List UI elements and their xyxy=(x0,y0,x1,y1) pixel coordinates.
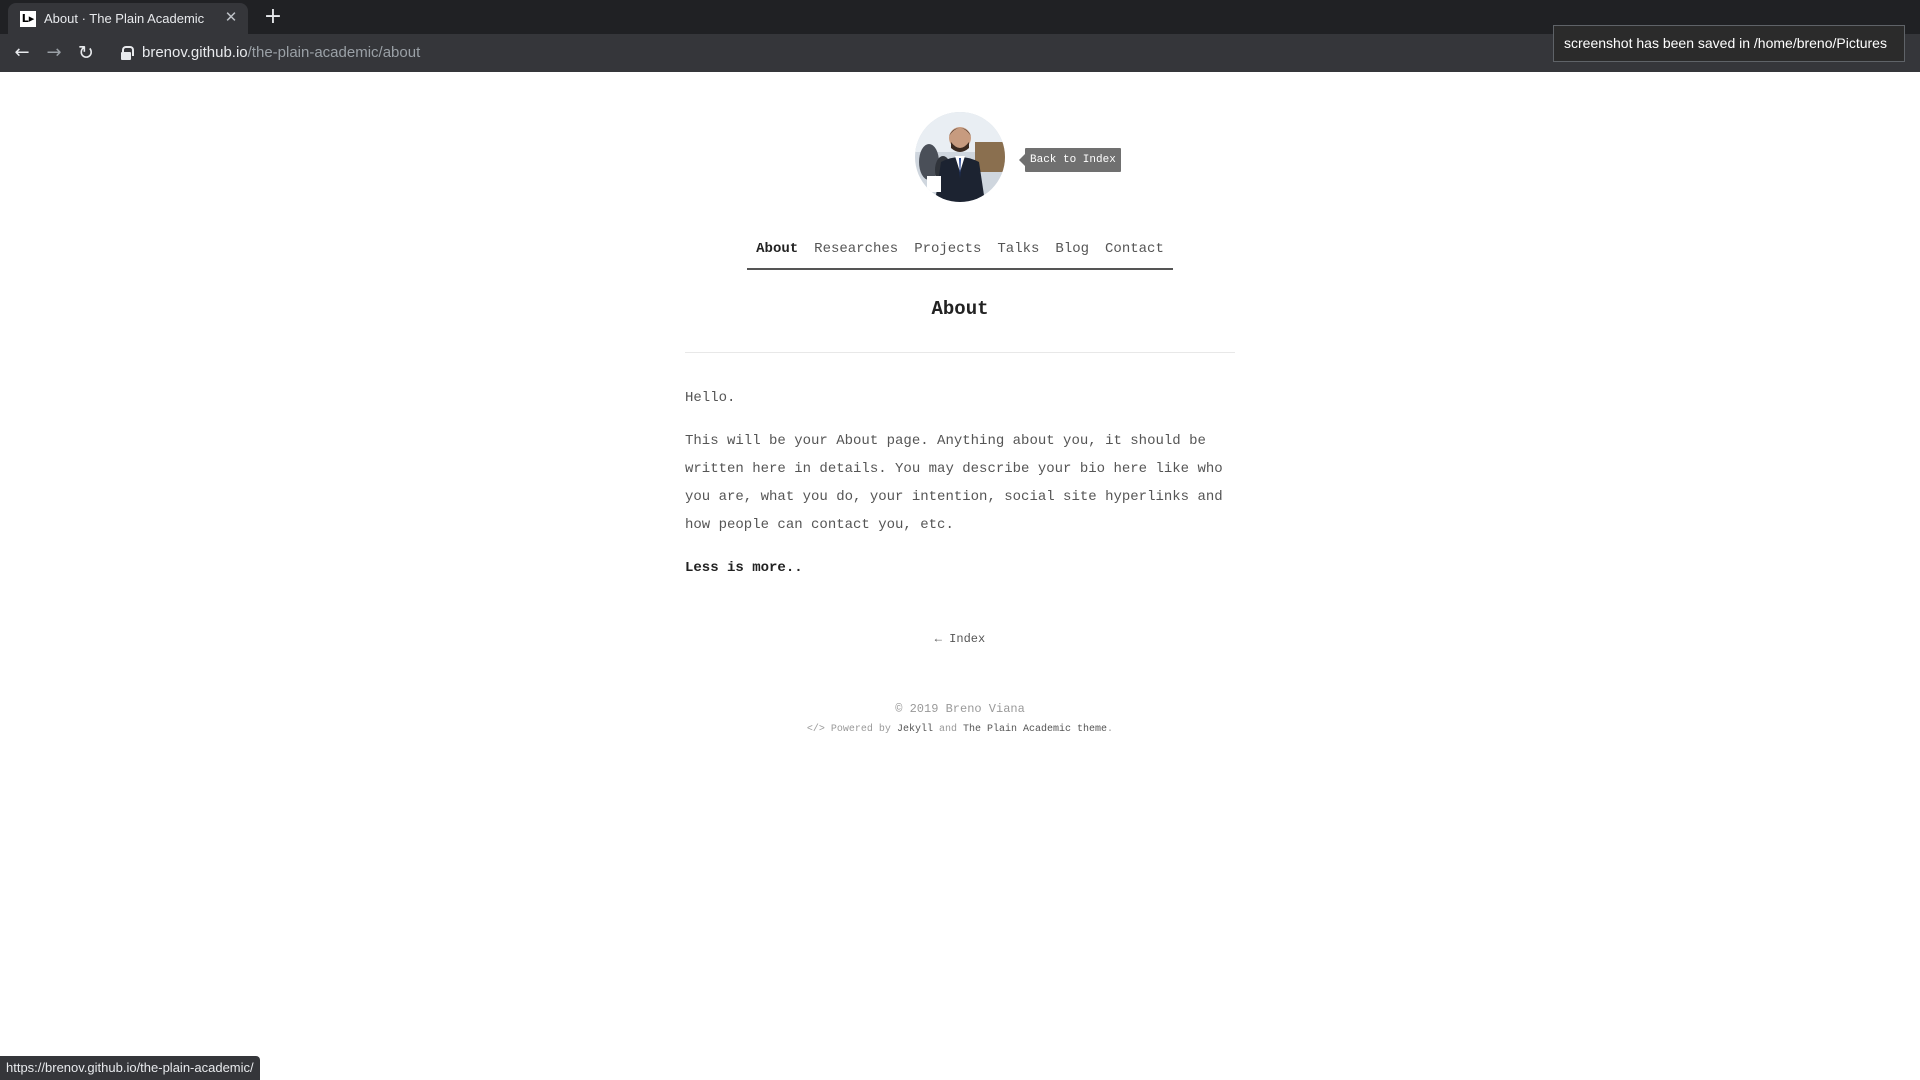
back-to-index-link[interactable]: ← Index xyxy=(0,632,1920,646)
browser-tab[interactable]: L▸ About · The Plain Academic ✕ xyxy=(8,3,248,34)
avatar-photo xyxy=(915,112,1005,202)
lock-icon[interactable] xyxy=(121,46,134,60)
greeting-text: Hello. xyxy=(685,390,736,406)
about-content: Hello. This will be your About page. Any… xyxy=(685,384,1235,597)
nav-item-researches[interactable]: Researches xyxy=(806,238,906,268)
nav-item-projects[interactable]: Projects xyxy=(906,238,989,268)
url-path: /the-plain-academic/about xyxy=(247,44,421,61)
reload-icon[interactable]: ↻ xyxy=(74,41,98,65)
main-nav: About Researches Projects Talks Blog Con… xyxy=(747,238,1173,270)
tagline-text: Less is more.. xyxy=(685,560,803,576)
nav-item-about[interactable]: About xyxy=(748,238,806,268)
nav-item-blog[interactable]: Blog xyxy=(1047,238,1097,268)
powered-prefix: </> Powered by xyxy=(806,724,891,735)
powered-period: . xyxy=(1107,724,1114,735)
screenshot-notification[interactable]: screenshot has been saved in /home/breno… xyxy=(1553,25,1905,62)
footer-powered-by: </> Powered by Jekyll and The Plain Acad… xyxy=(0,724,1920,735)
nav-item-contact[interactable]: Contact xyxy=(1097,238,1172,268)
powered-and: and xyxy=(938,724,957,735)
jekyll-link[interactable]: Jekyll xyxy=(897,724,933,735)
nav-item-talks[interactable]: Talks xyxy=(989,238,1047,268)
site-favicon-icon: L▸ xyxy=(20,11,36,27)
close-tab-icon[interactable]: ✕ xyxy=(222,8,240,26)
footer-copyright: © 2019 Breno Viana xyxy=(895,702,1025,716)
back-to-index-tooltip: Back to Index xyxy=(1019,148,1121,172)
new-tab-button[interactable]: + xyxy=(260,4,286,30)
theme-link[interactable]: The Plain Academic theme xyxy=(963,724,1107,735)
back-arrow-icon[interactable]: ← xyxy=(10,41,34,65)
status-bar-url: https://brenov.github.io/the-plain-acade… xyxy=(0,1056,260,1080)
address-bar[interactable]: brenov.github.io/the-plain-academic/abou… xyxy=(142,44,420,61)
web-page: Back to Index About Researches Projects … xyxy=(0,72,1920,1080)
forward-arrow-icon[interactable]: → xyxy=(42,41,66,65)
title-divider xyxy=(685,352,1235,353)
about-body-text: This will be your About page. Anything a… xyxy=(685,433,1223,533)
profile-avatar[interactable] xyxy=(915,112,1005,202)
url-host: brenov.github.io xyxy=(142,44,248,61)
tab-title: About · The Plain Academic xyxy=(44,11,205,26)
page-title: About xyxy=(931,298,989,320)
